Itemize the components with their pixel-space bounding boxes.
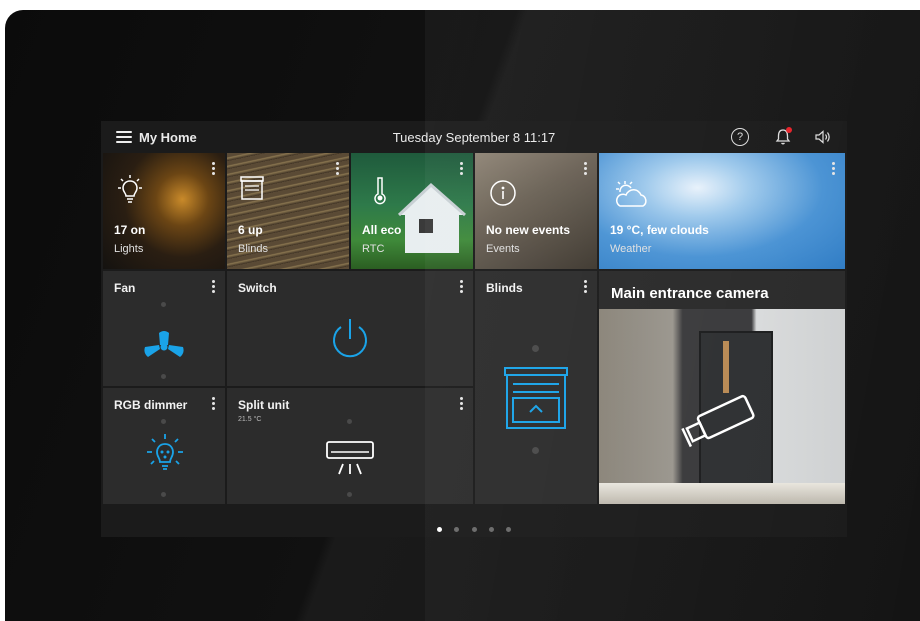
blinds-tile[interactable]: Blinds xyxy=(475,271,597,504)
kebab-icon[interactable] xyxy=(584,162,588,176)
scroll-dot xyxy=(161,492,166,497)
page-indicator xyxy=(101,519,847,532)
page-dot-5[interactable] xyxy=(506,527,512,532)
split-unit-temperature: 21.5 °C xyxy=(238,416,262,423)
kebab-icon[interactable] xyxy=(460,280,464,294)
scroll-dot xyxy=(161,419,166,424)
rgb-bulb-icon[interactable] xyxy=(143,432,187,480)
fan-title: Fan xyxy=(114,281,136,295)
scroll-dot xyxy=(347,492,352,497)
switch-title: Switch xyxy=(238,281,277,295)
power-icon[interactable] xyxy=(325,317,375,361)
ac-unit-icon[interactable] xyxy=(325,440,375,478)
switch-tile[interactable]: Switch xyxy=(227,271,473,386)
rtc-label: RTC xyxy=(362,243,385,255)
scroll-dot xyxy=(161,374,166,379)
kebab-icon[interactable] xyxy=(212,280,216,294)
page-dot-2[interactable] xyxy=(454,527,460,532)
speaker-icon[interactable] xyxy=(814,129,832,145)
thermometer-icon xyxy=(374,177,386,205)
blinds-control-icon[interactable] xyxy=(503,366,569,432)
fan-icon[interactable] xyxy=(141,329,187,365)
top-bar: My Home Tuesday September 8 11:17 ? xyxy=(101,121,847,153)
kebab-icon[interactable] xyxy=(832,162,836,176)
notification-badge xyxy=(786,127,792,133)
weather-value: 19 °C, few clouds xyxy=(610,223,709,237)
camera-title: Main entrance camera xyxy=(611,285,769,302)
lights-label: Lights xyxy=(114,243,144,255)
blinds-title: Blinds xyxy=(486,281,523,295)
page-dot-1[interactable] xyxy=(436,527,442,532)
split-unit-title: Split unit xyxy=(238,398,290,412)
rtc-value: All eco xyxy=(362,223,402,237)
events-tile[interactable]: No new events Events xyxy=(475,153,597,269)
rtc-tile[interactable]: All eco RTC xyxy=(351,153,473,269)
kebab-icon[interactable] xyxy=(336,162,340,176)
blind-icon xyxy=(240,176,264,200)
scroll-dot xyxy=(161,302,166,307)
kebab-icon[interactable] xyxy=(584,280,588,294)
kebab-icon[interactable] xyxy=(460,397,464,411)
floor-graphic xyxy=(599,483,845,504)
split-unit-tile[interactable]: Split unit 21.5 °C xyxy=(227,388,473,504)
weather-label: Weather xyxy=(610,243,652,255)
info-icon xyxy=(490,180,516,206)
blinds-summary-label: Blinds xyxy=(238,243,268,255)
rgb-dimmer-tile[interactable]: RGB dimmer xyxy=(103,388,225,504)
page-dot-3[interactable] xyxy=(471,527,477,532)
rgb-dimmer-title: RGB dimmer xyxy=(114,398,188,412)
kebab-icon[interactable] xyxy=(212,397,216,411)
events-value: No new events xyxy=(486,223,571,237)
weather-tile[interactable]: 19 °C, few clouds Weather xyxy=(599,153,845,269)
fan-tile[interactable]: Fan xyxy=(103,271,225,386)
lights-value: 17 on xyxy=(114,223,146,237)
events-label: Events xyxy=(486,243,520,255)
scroll-dot xyxy=(347,419,352,424)
lights-tile[interactable]: 17 on Lights xyxy=(103,153,225,269)
kebab-icon[interactable] xyxy=(212,162,216,176)
blinds-summary-tile[interactable]: 6 up Blinds xyxy=(227,153,349,269)
camera-tile[interactable]: Main entrance camera xyxy=(599,271,845,504)
kebab-icon[interactable] xyxy=(460,162,464,176)
camera-icon xyxy=(681,394,755,448)
scroll-dot xyxy=(532,447,539,454)
house-graphic xyxy=(397,182,466,253)
device-frame: My Home Tuesday September 8 11:17 ? 17 o… xyxy=(5,10,920,621)
weather-icon xyxy=(616,181,647,207)
door-window xyxy=(723,341,729,393)
page-dot-4[interactable] xyxy=(488,527,494,532)
blinds-summary-value: 6 up xyxy=(238,223,263,237)
scroll-dot xyxy=(532,345,539,352)
lightbulb-icon xyxy=(118,175,142,203)
help-icon[interactable]: ? xyxy=(731,128,749,146)
home-screen: My Home Tuesday September 8 11:17 ? 17 o… xyxy=(101,121,847,537)
